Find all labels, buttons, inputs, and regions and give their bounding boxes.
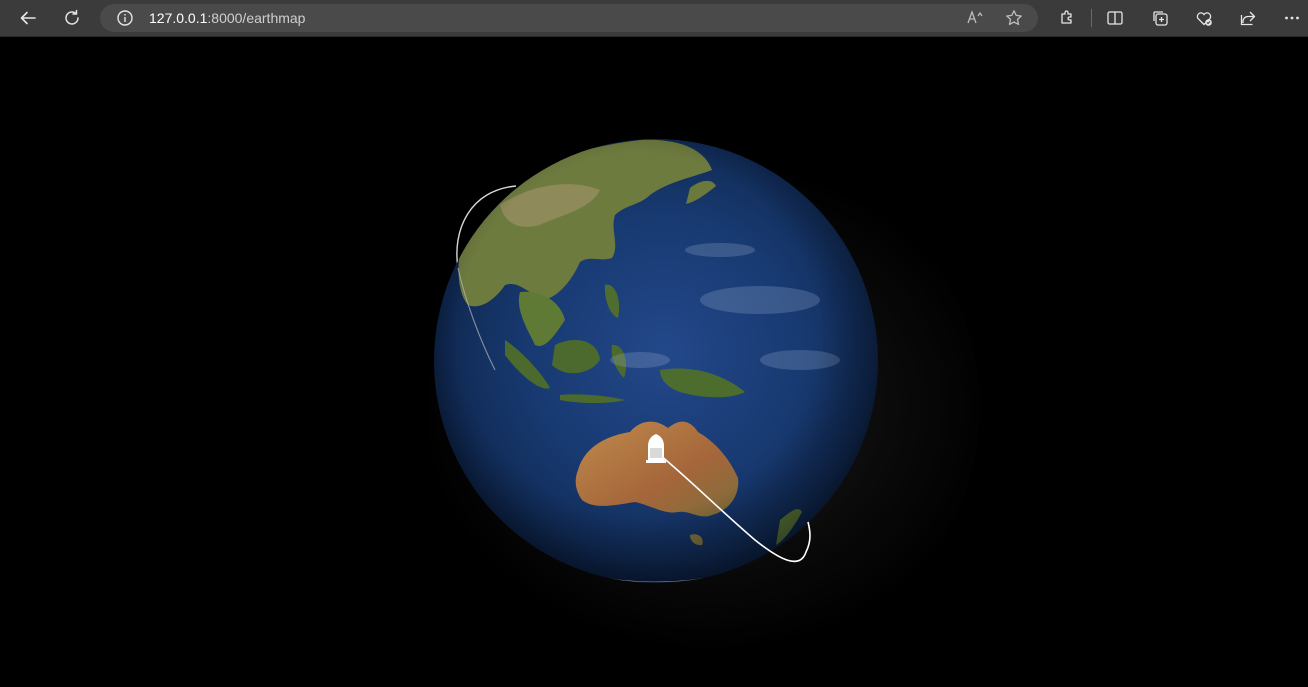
earth-globe[interactable] (434, 139, 878, 583)
globe-shading (434, 139, 878, 583)
earth-scene[interactable] (0, 0, 1308, 680)
